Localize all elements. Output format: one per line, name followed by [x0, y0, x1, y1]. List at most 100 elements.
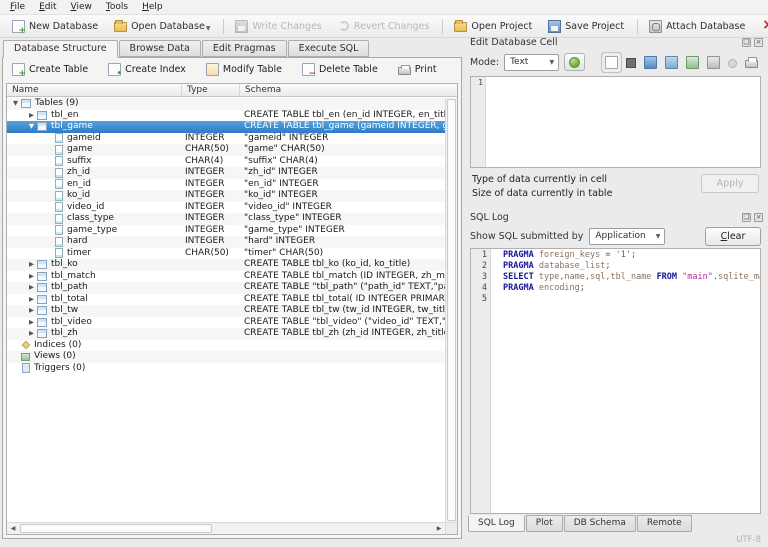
close-dock-icon[interactable]: ×	[754, 38, 763, 47]
cell-value-text[interactable]	[486, 77, 760, 167]
menu-file[interactable]: File	[3, 0, 32, 14]
apply-button[interactable]: Apply	[701, 174, 759, 193]
tree-row[interactable]: ▶tbl_pathCREATE TABLE "tbl_path" ("path_…	[7, 282, 445, 294]
sql-source-combobox[interactable]: Application ▼	[589, 228, 665, 245]
tree-row[interactable]: hardINTEGER"hard" INTEGER	[7, 236, 445, 248]
toolbar-button-label: Revert Changes	[354, 21, 429, 32]
tree-row[interactable]: Triggers (0)	[7, 363, 445, 375]
column-header-type[interactable]: Type	[182, 84, 240, 96]
create-index-button[interactable]: Create Index	[108, 63, 186, 76]
column-header-schema[interactable]: Schema	[240, 84, 457, 96]
scroll-right-arrow-icon[interactable]: ▶	[433, 523, 445, 534]
tree-row[interactable]: zh_idINTEGER"zh_id" INTEGER	[7, 167, 445, 179]
expand-arrow-icon[interactable]: ▼	[26, 121, 37, 133]
tree-row[interactable]: game_typeINTEGER"game_type" INTEGER	[7, 225, 445, 237]
scrollbar-thumb[interactable]	[447, 99, 456, 521]
save-project-button[interactable]: Save Project	[541, 18, 633, 35]
tree-row-schema-cell: CREATE TABLE tbl_total( ID INTEGER PRIMA…	[240, 294, 445, 306]
menu-tools[interactable]: Tools	[99, 0, 135, 14]
screenshot-icon[interactable]	[707, 56, 720, 69]
create-table-button[interactable]: Create Table	[12, 63, 88, 76]
new-database-button[interactable]: New Database	[5, 18, 107, 35]
tree-row[interactable]: ko_idINTEGER"ko_id" INTEGER	[7, 190, 445, 202]
scroll-left-arrow-icon[interactable]: ◀	[7, 523, 19, 534]
tree-row[interactable]: ▼tbl_gameCREATE TABLE tbl_game (gameid I…	[7, 121, 445, 133]
column-header-name[interactable]: Name	[7, 84, 182, 96]
tree-row[interactable]: ▼Tables (9)	[7, 98, 445, 110]
scrollbar-thumb[interactable]	[20, 524, 212, 533]
expand-arrow-icon[interactable]: ▶	[26, 305, 37, 317]
menu-help[interactable]: Help	[135, 0, 170, 14]
tree-row[interactable]: suffixCHAR(4)"suffix" CHAR(4)	[7, 156, 445, 168]
tree-row[interactable]: ▶tbl_videoCREATE TABLE "tbl_video" ("vid…	[7, 317, 445, 329]
copy-icon[interactable]	[626, 58, 636, 68]
menu-edit[interactable]: Edit	[32, 0, 63, 14]
tree-row-name-cell: Triggers (0)	[7, 363, 182, 375]
tree-row[interactable]: gameCHAR(50)"game" CHAR(50)	[7, 144, 445, 156]
set-null-icon[interactable]	[728, 59, 737, 68]
expand-arrow-icon[interactable]: ▶	[26, 317, 37, 329]
expand-arrow-icon[interactable]: ▼	[10, 98, 21, 110]
expand-arrow-icon[interactable]: ▶	[26, 294, 37, 306]
print-button[interactable]: Print	[398, 64, 437, 75]
import-file-icon[interactable]	[644, 56, 657, 69]
tree-row-schema-cell	[240, 340, 445, 352]
tab-remote[interactable]: Remote	[637, 515, 692, 532]
tab-db-schema[interactable]: DB Schema	[564, 515, 636, 532]
tab-edit-pragmas[interactable]: Edit Pragmas	[202, 40, 287, 57]
tree-row[interactable]: ▶tbl_matchCREATE TABLE tbl_match (ID INT…	[7, 271, 445, 283]
open-project-button[interactable]: Open Project	[447, 18, 541, 34]
float-dock-icon[interactable]: ❏	[742, 38, 751, 47]
tree-row[interactable]: en_idINTEGER"en_id" INTEGER	[7, 179, 445, 191]
attach-database-button[interactable]: Attach Database	[642, 18, 754, 35]
tree-item-label: tbl_match	[51, 271, 96, 283]
cell-value-editor[interactable]: 1	[470, 76, 761, 168]
tree-row[interactable]: ▶tbl_twCREATE TABLE tbl_tw (tw_id INTEGE…	[7, 305, 445, 317]
field-icon	[55, 202, 63, 212]
mode-combobox[interactable]: Text ▼	[504, 54, 559, 71]
print-icon[interactable]	[745, 60, 758, 68]
menu-view[interactable]: View	[64, 0, 99, 14]
tree-row[interactable]: Views (0)	[7, 351, 445, 363]
sql-log-editor[interactable]: 12345 PRAGMA foreign_keys = '1';PRAGMA d…	[470, 248, 761, 514]
expand-arrow-icon[interactable]: ▶	[26, 282, 37, 294]
tab-sql-log[interactable]: SQL Log	[468, 515, 525, 532]
tree-row-schema-cell: CREATE TABLE tbl_game (gameid INTEGER, g…	[240, 121, 445, 133]
tree-row[interactable]: ▶tbl_koCREATE TABLE tbl_ko (ko_id, ko_ti…	[7, 259, 445, 271]
tree-row[interactable]: class_typeINTEGER"class_type" INTEGER	[7, 213, 445, 225]
tab-execute-sql[interactable]: Execute SQL	[288, 40, 370, 57]
expand-arrow-icon[interactable]: ▶	[26, 271, 37, 283]
close-database-button[interactable]: Close Database	[754, 18, 768, 35]
open-database-button[interactable]: Open Database▼	[107, 18, 219, 34]
modify-table-button[interactable]: Modify Table	[206, 63, 282, 76]
tab-plot[interactable]: Plot	[526, 515, 563, 532]
tree-row[interactable]: ▶tbl_totalCREATE TABLE tbl_total( ID INT…	[7, 294, 445, 306]
document-icon[interactable]	[605, 56, 618, 69]
expand-arrow-icon[interactable]: ▶	[26, 259, 37, 271]
expand-arrow-icon[interactable]: ▶	[26, 110, 37, 122]
sql-line	[503, 294, 760, 305]
expand-arrow-icon[interactable]: ▶	[26, 328, 37, 340]
tab-browse-data[interactable]: Browse Data	[119, 40, 201, 57]
tree-row[interactable]: video_idINTEGER"video_id" INTEGER	[7, 202, 445, 214]
tree-row[interactable]: gameidINTEGER"gameid" INTEGER	[7, 133, 445, 145]
tree-row[interactable]: ▶tbl_zhCREATE TABLE tbl_zh (zh_id INTEGE…	[7, 328, 445, 340]
tree-row[interactable]: ▶tbl_enCREATE TABLE tbl_en (en_id INTEGE…	[7, 110, 445, 122]
horizontal-scrollbar[interactable]: ◀ ▶	[7, 522, 445, 534]
tree-item-label: gameid	[67, 133, 101, 145]
field-icon	[55, 248, 63, 258]
float-dock-icon[interactable]: ❏	[742, 213, 751, 222]
close-dock-icon[interactable]: ×	[754, 213, 763, 222]
tree-row-type-cell	[182, 317, 240, 329]
save-image-icon[interactable]	[686, 56, 699, 69]
toolbar-button-label: Delete Table	[319, 64, 378, 75]
delete-table-button[interactable]: Delete Table	[302, 63, 378, 76]
tree-row[interactable]: timerCHAR(50)"timer" CHAR(50)	[7, 248, 445, 260]
tab-database-structure[interactable]: Database Structure	[3, 40, 118, 58]
attach-database-icon	[649, 20, 662, 33]
export-file-icon[interactable]	[665, 56, 678, 69]
green-circle-button[interactable]	[564, 53, 585, 71]
tree-row[interactable]: Indices (0)	[7, 340, 445, 352]
clear-button[interactable]: Clear	[705, 227, 761, 246]
vertical-scrollbar[interactable]	[445, 98, 457, 522]
